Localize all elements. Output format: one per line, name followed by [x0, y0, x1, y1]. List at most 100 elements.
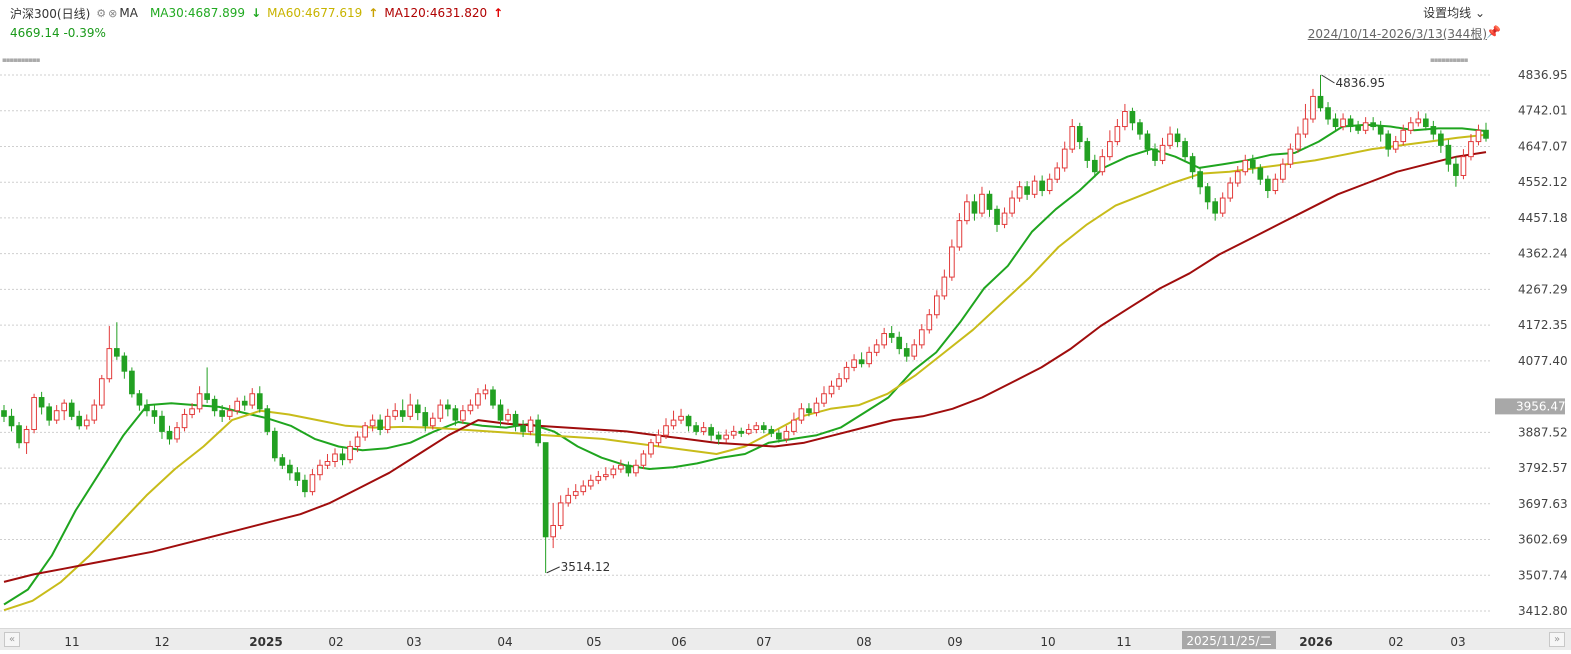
candle-body [1189, 156, 1196, 173]
candle-body [23, 429, 30, 444]
candle-body [1122, 110, 1128, 128]
y-tick-label: 4742.01 [1518, 104, 1568, 118]
candle-body [482, 389, 489, 395]
candle-body [663, 425, 669, 436]
candle-body [979, 193, 985, 214]
candle-body [768, 429, 775, 434]
candle-body [1310, 95, 1316, 120]
x-tick-label: 08 [856, 635, 871, 649]
candle-body [1453, 163, 1459, 176]
annotations: 4836.95 3514.12 [546, 74, 1385, 574]
candle-body [986, 193, 993, 210]
candle-body [1024, 186, 1030, 195]
annotation-pointer [546, 566, 560, 574]
candle-body [1227, 182, 1234, 199]
candle-body [347, 445, 353, 461]
ma60-line [3, 133, 1487, 612]
candle-body [83, 419, 90, 427]
annotation-pointer [1321, 74, 1335, 84]
candle-body [1392, 141, 1399, 150]
candle-body [896, 336, 903, 350]
candle-body [1069, 126, 1076, 150]
candle-body [512, 413, 519, 427]
candle-body [31, 397, 37, 431]
candle-body [287, 464, 293, 474]
candle-body [1137, 122, 1143, 135]
candle-body [888, 333, 895, 338]
candle-body [234, 400, 241, 412]
candle-body [730, 430, 737, 436]
candle-body [1347, 118, 1354, 128]
candle-body [1257, 167, 1264, 180]
candle-body [1107, 141, 1113, 158]
candle-body [610, 468, 617, 476]
candle-body [1475, 129, 1482, 143]
y-tick-label: 4457.18 [1518, 211, 1568, 225]
candle-body [693, 425, 699, 432]
candle-body [520, 425, 526, 432]
candle-body [1242, 159, 1249, 173]
candle-body [377, 419, 383, 431]
candle-body [783, 430, 790, 440]
candle-body [264, 408, 271, 432]
candle-body [339, 453, 346, 461]
candle-body [317, 464, 323, 476]
candlestick-chart[interactable]: 4836.95 4742.01 4647.07 4552.12 4457.18 4362.… [0, 0, 1571, 628]
candle-body [196, 393, 203, 410]
candle-body [964, 201, 970, 222]
candle-body [633, 464, 639, 474]
candle-body [791, 419, 797, 432]
x-axis: 1112202502030405060708091011122026020320… [64, 631, 1466, 649]
candle-body [467, 404, 474, 412]
y-tick-label: 4267.29 [1518, 282, 1568, 296]
candle-body [136, 393, 143, 406]
candle-body [497, 404, 504, 421]
candle-body [1362, 122, 1369, 131]
candle-body [1265, 178, 1271, 192]
candle-body [294, 472, 301, 481]
y-tick-label: 4647.07 [1518, 139, 1568, 153]
candle-body [414, 404, 421, 414]
time-axis-bar[interactable]: « » 111220250203040506070809101112202602… [0, 628, 1571, 650]
x-tick-label: 03 [1450, 635, 1465, 649]
candle-body [926, 314, 933, 331]
candle-body [324, 461, 331, 466]
candle-body [971, 201, 978, 214]
candle-body [738, 430, 745, 434]
candle-body [354, 436, 361, 447]
date-marker-label: 2025/11/25/二 [1186, 634, 1271, 648]
y-tick-label: 3887.52 [1518, 425, 1568, 439]
candle-body [1385, 133, 1392, 150]
candle-body [670, 419, 677, 427]
candle-body [828, 385, 835, 395]
candle-body [76, 415, 83, 427]
candle-body [1001, 212, 1008, 225]
candle-body [422, 412, 429, 427]
candle-body [437, 404, 444, 419]
candle-body [1415, 118, 1422, 124]
candle-body [91, 404, 98, 421]
candle-body [1091, 159, 1098, 173]
candle-body [1167, 133, 1173, 146]
candle-body [1340, 118, 1346, 128]
candle-body [798, 408, 805, 421]
candle-body [1046, 178, 1053, 192]
candle-body [1182, 141, 1188, 158]
x-tick-label: 06 [671, 635, 686, 649]
candle-body [219, 410, 225, 417]
x-tick-label: 02 [328, 635, 343, 649]
candles [1, 74, 1489, 573]
candle-body [1370, 122, 1376, 128]
candle-body [46, 406, 52, 421]
candle-body [760, 425, 767, 431]
candle-body [1076, 126, 1083, 143]
candle-body [1407, 122, 1414, 131]
y-tick-label: 3792.57 [1518, 461, 1568, 475]
x-tick-label: 07 [756, 635, 771, 649]
candle-body [1009, 197, 1015, 214]
candle-body [873, 344, 880, 353]
candle-body [68, 402, 75, 417]
candle-body [542, 442, 549, 538]
x-tick-label: 05 [586, 635, 601, 649]
candle-body [362, 425, 368, 438]
